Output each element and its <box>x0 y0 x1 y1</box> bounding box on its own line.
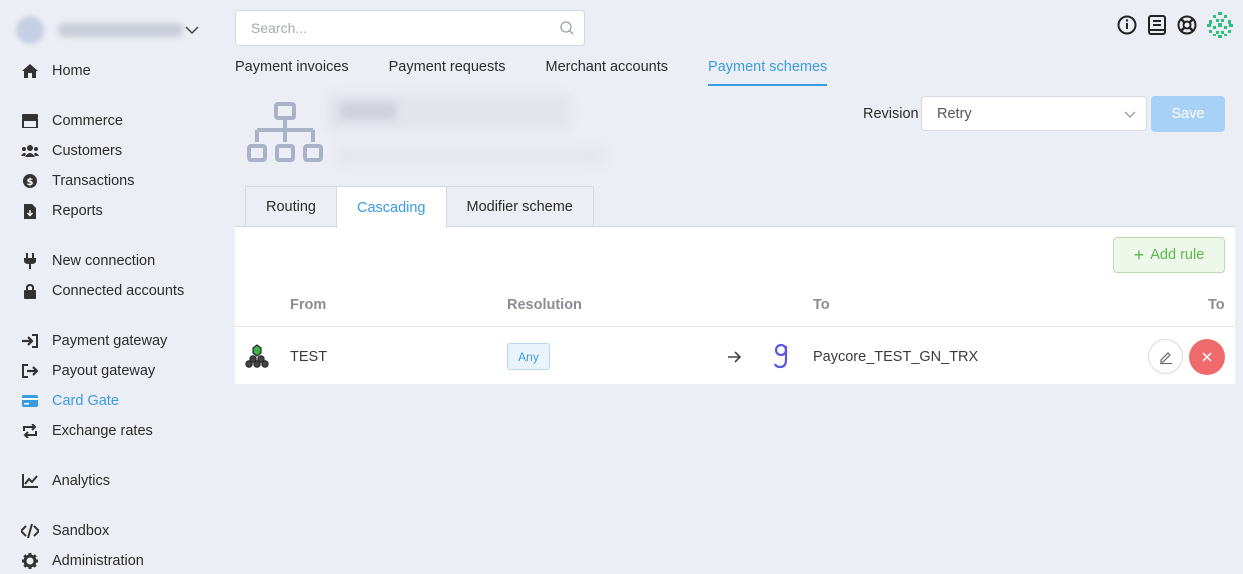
tab-merchant-accounts[interactable]: Merchant accounts <box>546 56 669 86</box>
code-icon <box>18 519 42 543</box>
sidebar-item-label: Connected accounts <box>52 283 185 299</box>
sidebar-item-customers[interactable]: Customers <box>18 139 122 163</box>
edit-rule-button[interactable] <box>1148 339 1183 374</box>
account-name-redacted <box>58 23 183 37</box>
gateway-logo-icon <box>773 343 788 369</box>
save-button[interactable]: Save <box>1151 96 1225 132</box>
tab-routing[interactable]: Routing <box>245 186 337 227</box>
search-icon[interactable] <box>560 21 574 35</box>
plus-icon: + <box>1133 245 1145 265</box>
dollar-icon: $ <box>18 169 42 193</box>
delete-rule-button[interactable] <box>1189 339 1225 375</box>
tab-modifier-scheme[interactable]: Modifier scheme <box>445 186 594 227</box>
home-icon <box>18 59 42 83</box>
sidebar-item-label: Payment gateway <box>52 333 168 349</box>
sidebar-item-label: Reports <box>52 203 103 219</box>
sidebar-item-label: Exchange rates <box>52 423 153 439</box>
arrow-right-icon <box>728 351 742 363</box>
revision-value: Retry <box>937 105 972 122</box>
cascading-panel: + Add rule From Resolution To To TEST An… <box>235 226 1235 384</box>
sidebar-item-payout-gateway[interactable]: Payout gateway <box>18 359 155 383</box>
sign-in-icon <box>18 329 42 353</box>
column-resolution: Resolution <box>507 297 582 313</box>
revision-select[interactable]: Retry <box>921 96 1147 131</box>
sidebar-item-card-gate[interactable]: Card Gate <box>18 389 119 413</box>
chevron-down-icon <box>1124 111 1136 118</box>
sidebar-item-label: Customers <box>52 143 123 159</box>
info-icon[interactable] <box>1115 13 1139 37</box>
scheme-name-redacted <box>339 102 397 120</box>
user-avatar-icon[interactable] <box>1205 10 1235 40</box>
sitemap-icon <box>247 102 323 162</box>
sidebar-item-label: New connection <box>52 253 156 269</box>
add-rule-button[interactable]: + Add rule <box>1113 237 1225 273</box>
scheme-subtitle-redacted <box>335 144 605 166</box>
report-icon <box>18 199 42 223</box>
sidebar-item-label: Commerce <box>52 113 123 129</box>
main-tabs: Payment invoices Payment requests Mercha… <box>235 56 867 86</box>
sidebar-item-label: Administration <box>52 553 144 569</box>
sidebar-item-analytics[interactable]: Analytics <box>18 469 110 493</box>
tab-payment-schemes[interactable]: Payment schemes <box>708 56 828 86</box>
chevron-down-icon[interactable] <box>184 22 200 38</box>
sidebar-item-connected-accounts[interactable]: Connected accounts <box>18 279 184 303</box>
add-rule-label: Add rule <box>1150 247 1205 263</box>
top-toolbar <box>1115 10 1235 40</box>
pencil-icon <box>1159 351 1172 364</box>
sidebar-item-label: Analytics <box>52 473 111 489</box>
tab-cascading[interactable]: Cascading <box>335 186 447 228</box>
row-to: Paycore_TEST_GN_TRX <box>813 349 979 365</box>
account-switcher[interactable] <box>10 12 205 48</box>
sidebar-item-administration[interactable]: Administration <box>18 549 144 573</box>
sidebar-item-commerce[interactable]: Commerce <box>18 109 123 133</box>
lock-icon <box>18 279 42 303</box>
search-box <box>235 10 585 46</box>
exchange-icon <box>18 419 42 443</box>
revision-label: Revision <box>863 106 919 122</box>
column-to-actions: To <box>1208 297 1225 313</box>
sidebar-item-sandbox[interactable]: Sandbox <box>18 519 109 543</box>
search-input[interactable] <box>236 11 536 45</box>
table-row: TEST Any Paycore_TEST_GN_TRX <box>235 328 1235 385</box>
scheme-tabs: Routing Cascading Modifier scheme <box>245 186 594 228</box>
sidebar-item-reports[interactable]: Reports <box>18 199 103 223</box>
sidebar: Home Commerce Customers $ Transactions R… <box>0 0 222 574</box>
sidebar-item-payment-gateway[interactable]: Payment gateway <box>18 329 167 353</box>
provider-logo-icon <box>245 344 269 368</box>
sidebar-item-exchange-rates[interactable]: Exchange rates <box>18 419 153 443</box>
gear-icon <box>18 549 42 573</box>
column-from: From <box>290 297 327 313</box>
table-header: From Resolution To To <box>235 287 1235 327</box>
sidebar-item-label: Home <box>52 63 91 79</box>
account-avatar <box>16 16 44 44</box>
sidebar-item-label: Payout gateway <box>52 363 156 379</box>
sidebar-item-label: Sandbox <box>52 523 110 539</box>
chart-icon <box>18 469 42 493</box>
users-icon <box>18 139 42 163</box>
store-icon <box>18 109 42 133</box>
row-from: TEST <box>290 349 328 365</box>
sidebar-item-label: Card Gate <box>52 393 119 409</box>
svg-text:$: $ <box>27 177 34 188</box>
close-icon <box>1202 352 1212 362</box>
sidebar-item-label: Transactions <box>52 173 135 189</box>
sign-out-icon <box>18 359 42 383</box>
tab-payment-requests[interactable]: Payment requests <box>389 56 506 86</box>
card-icon <box>18 389 42 413</box>
docs-icon[interactable] <box>1145 13 1169 37</box>
resolution-badge: Any <box>507 343 550 370</box>
sidebar-item-new-connection[interactable]: New connection <box>18 249 155 273</box>
sidebar-item-transactions[interactable]: $ Transactions <box>18 169 134 193</box>
sidebar-item-home[interactable]: Home <box>18 59 91 83</box>
plug-icon <box>18 249 42 273</box>
tab-payment-invoices[interactable]: Payment invoices <box>235 56 349 86</box>
support-icon[interactable] <box>1175 13 1199 37</box>
column-to: To <box>813 297 830 313</box>
